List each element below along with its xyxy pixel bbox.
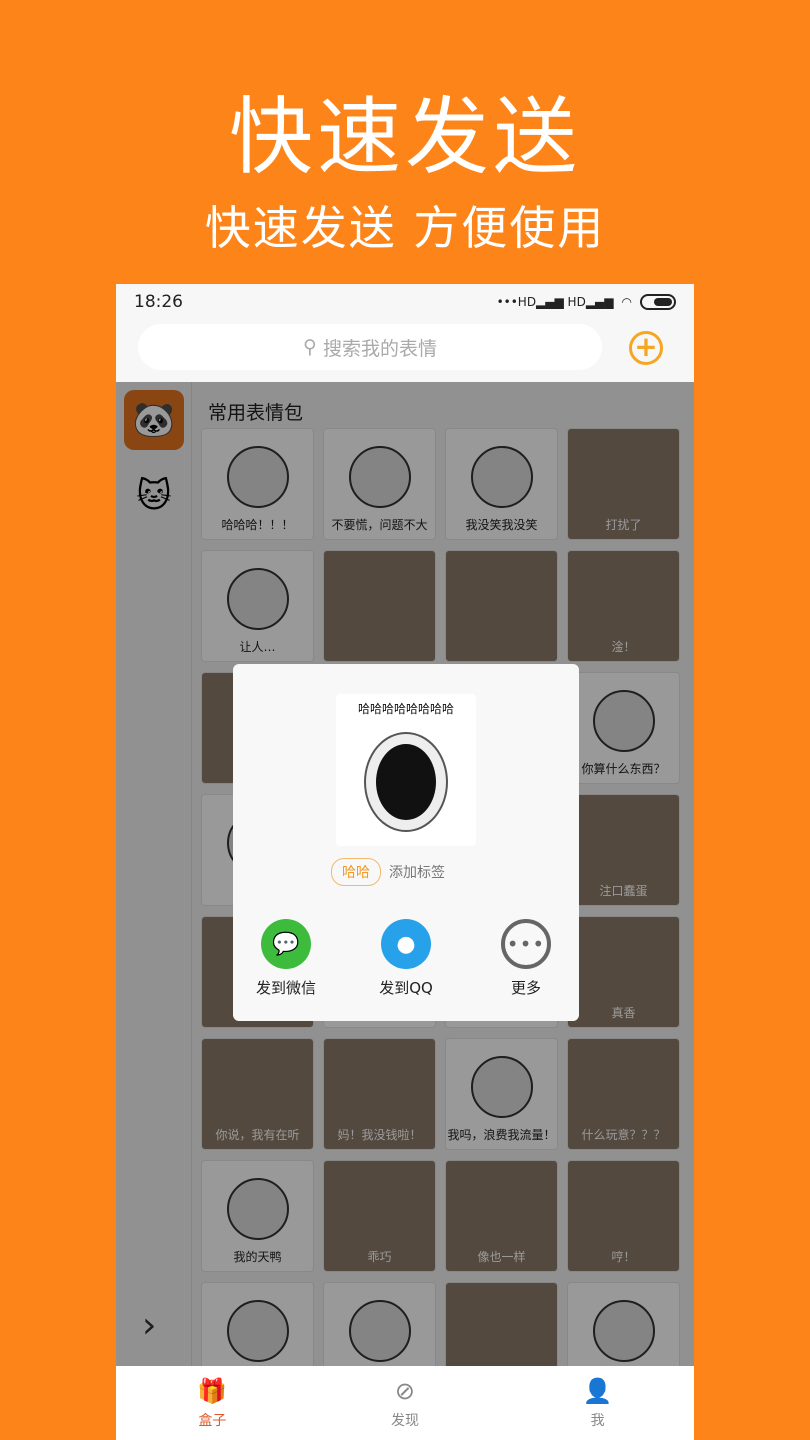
search-icon: ⚲: [303, 336, 317, 358]
tab-label: 我: [590, 1413, 605, 1429]
preview-image: 哈哈哈哈哈哈哈哈: [336, 694, 476, 846]
add-tag-button[interactable]: 添加标签: [389, 862, 445, 882]
user-icon: 👤: [582, 1377, 613, 1405]
tab-label: 发现: [390, 1413, 419, 1429]
search-input[interactable]: ⚲ 搜索我的表情: [138, 324, 602, 370]
tab-box[interactable]: 🎁 盒子: [167, 1376, 257, 1430]
more-button[interactable]: ••• 更多: [488, 919, 564, 998]
preview-caption: 哈哈哈哈哈哈哈哈: [357, 702, 454, 716]
tab-me[interactable]: 👤 我: [553, 1376, 643, 1430]
signal-icon: •••HD▂▄▆ HD▂▄▆: [496, 295, 614, 309]
share-label: 发到微信: [255, 979, 316, 997]
share-label: 发到QQ: [379, 979, 433, 997]
send-qq-button[interactable]: ● 发到QQ: [368, 919, 444, 998]
more-icon: •••: [501, 919, 551, 969]
send-dialog: 哈哈哈哈哈哈哈哈 哈哈 添加标签 💬 发到微信 ● 发到QQ ••• 更多: [233, 664, 579, 1021]
gift-box-icon: 🎁: [197, 1377, 228, 1405]
tab-discover[interactable]: ⊘ 发现: [360, 1376, 450, 1430]
status-time: 18:26: [134, 292, 183, 312]
tab-label: 盒子: [198, 1413, 227, 1429]
share-label: 更多: [510, 979, 541, 997]
compass-icon: ⊘: [394, 1377, 416, 1405]
bottom-tab-bar: 🎁 盒子 ⊘ 发现 👤 我: [116, 1366, 694, 1440]
wifi-icon: ◠: [621, 295, 632, 309]
search-placeholder: 搜索我的表情: [322, 337, 437, 360]
qq-icon: ●: [381, 919, 431, 969]
modal-overlay[interactable]: 哈哈哈哈哈哈哈哈 哈哈 添加标签 💬 发到微信 ● 发到QQ ••• 更多: [116, 382, 694, 1366]
wechat-icon: 💬: [261, 919, 311, 969]
hero-title: 快速发送: [228, 88, 581, 186]
hero-subtitle: 快速发送 方便使用: [204, 201, 606, 255]
send-wechat-button[interactable]: 💬 发到微信: [248, 919, 324, 998]
add-button[interactable]: +: [629, 331, 663, 365]
battery-icon: [640, 294, 676, 310]
status-bar: 18:26 •••HD▂▄▆ HD▂▄▆ ◠: [116, 284, 694, 320]
tag-chip[interactable]: 哈哈: [331, 858, 381, 886]
phone-screen: 18:26 •••HD▂▄▆ HD▂▄▆ ◠ ⚲ 搜索我的表情 + 🐼 🐱 › 常用…: [116, 284, 694, 1440]
